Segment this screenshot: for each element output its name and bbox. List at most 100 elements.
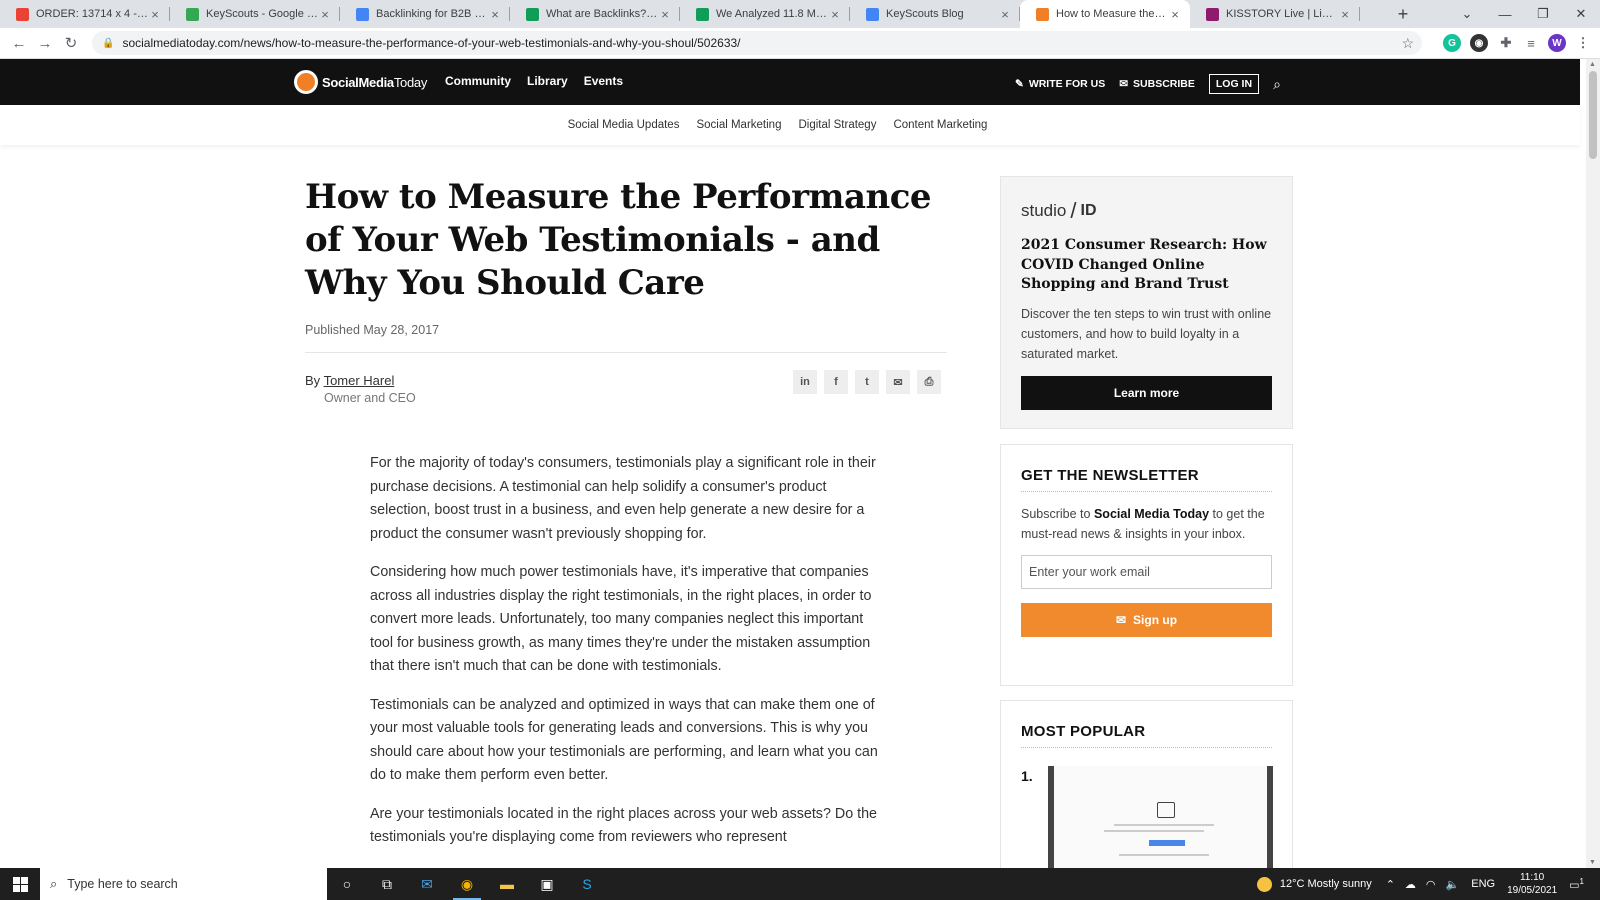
tab-search-icon[interactable]: ⌄ bbox=[1448, 6, 1486, 22]
tab-title: KeyScouts Blog bbox=[886, 8, 964, 20]
maximize-button[interactable]: ❐ bbox=[1524, 6, 1562, 22]
media-controls-icon[interactable]: ≡ bbox=[1522, 34, 1540, 52]
browser-menu-icon[interactable]: ⋮ bbox=[1574, 34, 1592, 52]
reload-button[interactable]: ↻ bbox=[58, 34, 84, 52]
tab-close-icon[interactable]: × bbox=[998, 7, 1012, 22]
write-for-us-link[interactable]: ✎ WRITE FOR US bbox=[1015, 78, 1105, 90]
subscribe-link[interactable]: ✉ SUBSCRIBE bbox=[1119, 78, 1195, 90]
login-button[interactable]: LOG IN bbox=[1208, 74, 1260, 94]
browser-tab[interactable]: KeyScouts Blog × bbox=[850, 0, 1020, 28]
subnav-digital-strategy[interactable]: Digital Strategy bbox=[798, 119, 876, 131]
thumbnail-text-line bbox=[1104, 830, 1204, 832]
subnav-social-media-updates[interactable]: Social Media Updates bbox=[568, 119, 680, 131]
envelope-icon: ✉ bbox=[1115, 613, 1127, 627]
tab-close-icon[interactable]: × bbox=[658, 7, 672, 22]
file-explorer-icon[interactable]: ▬ bbox=[487, 868, 527, 900]
nav-community[interactable]: Community bbox=[445, 74, 511, 88]
subnav-content-marketing[interactable]: Content Marketing bbox=[893, 119, 987, 131]
weather-sun-icon[interactable] bbox=[1256, 876, 1272, 892]
browser-tab[interactable]: How to Measure the Perfo× bbox=[1020, 0, 1190, 28]
skype-app-icon[interactable]: S bbox=[567, 868, 607, 900]
notification-center-icon[interactable]: ▭1 bbox=[1569, 877, 1584, 892]
site-logo[interactable]: SocialMediaToday bbox=[294, 70, 427, 94]
logo-text-bold: SocialMedia bbox=[322, 74, 394, 90]
tab-title: KISSTORY Live | Listen bbox=[1226, 8, 1338, 20]
cortana-icon[interactable]: ○ bbox=[327, 868, 367, 900]
grammarly-extension-icon[interactable]: G bbox=[1443, 34, 1461, 52]
subnav-social-marketing[interactable]: Social Marketing bbox=[696, 119, 781, 131]
tab-favicon-icon bbox=[526, 7, 539, 21]
tab-close-icon[interactable]: × bbox=[828, 7, 842, 22]
most-popular-card: MOST POPULAR 1. bbox=[1000, 700, 1293, 870]
close-window-button[interactable]: ✕ bbox=[1562, 6, 1600, 22]
new-tab-button[interactable]: + bbox=[1392, 4, 1414, 26]
tab-close-icon[interactable]: × bbox=[1168, 7, 1182, 22]
tab-close-icon[interactable]: × bbox=[148, 7, 162, 22]
tab-close-icon[interactable]: × bbox=[318, 7, 332, 22]
browser-tab[interactable]: KISSTORY Live | Listen × bbox=[1190, 0, 1360, 28]
browser-toolbar: ← → ↻ 🔒 socialmediatoday.com/news/how-to… bbox=[0, 28, 1600, 59]
author-link[interactable]: Tomer Harel bbox=[324, 373, 395, 388]
newsletter-card: GET THE NEWSLETTER Subscribe to Social M… bbox=[1000, 444, 1293, 686]
envelope-icon: ✉ bbox=[1119, 78, 1129, 90]
sign-up-label: Sign up bbox=[1133, 613, 1178, 627]
browser-tab[interactable]: KeyScouts - Google Drive× bbox=[170, 0, 340, 28]
window-controls: ⌄ — ❐ ✕ bbox=[1448, 0, 1600, 28]
page-scrollbar[interactable]: ▲ ▼ bbox=[1586, 59, 1600, 868]
weather-text[interactable]: 12°C Mostly sunny bbox=[1280, 878, 1372, 890]
twitter-share-icon[interactable]: t bbox=[855, 370, 879, 394]
tab-title: What are Backlinks? And H bbox=[546, 8, 658, 20]
nav-events[interactable]: Events bbox=[584, 74, 623, 88]
profile-avatar[interactable]: W bbox=[1548, 34, 1566, 52]
scroll-thumb[interactable] bbox=[1589, 71, 1597, 159]
email-field[interactable] bbox=[1021, 555, 1272, 589]
start-button[interactable] bbox=[0, 868, 40, 900]
browser-tab[interactable]: We Analyzed 11.8 Million G× bbox=[680, 0, 850, 28]
tab-close-icon[interactable]: × bbox=[1338, 7, 1352, 22]
studio-id-logo: studio / ID bbox=[1021, 198, 1272, 224]
tab-favicon-icon bbox=[16, 7, 29, 21]
nav-library[interactable]: Library bbox=[527, 74, 568, 88]
store-app-icon[interactable]: ▣ bbox=[527, 868, 567, 900]
volume-icon[interactable]: 🔈 bbox=[1446, 878, 1460, 891]
system-tray: 12°C Mostly sunny ⌃ ☁ ◠ 🔈 ENG 11:10 19/0… bbox=[1256, 868, 1600, 900]
popular-article-thumbnail[interactable] bbox=[1048, 766, 1273, 870]
facebook-share-icon[interactable]: f bbox=[824, 370, 848, 394]
task-view-icon[interactable]: ⧉ bbox=[367, 868, 407, 900]
tab-title: We Analyzed 11.8 Million G bbox=[716, 8, 828, 20]
linkedin-share-icon[interactable]: in bbox=[793, 370, 817, 394]
browser-tab[interactable]: Backlinking for B2B SEO: H× bbox=[340, 0, 510, 28]
language-indicator[interactable]: ENG bbox=[1471, 878, 1495, 890]
clock[interactable]: 11:10 19/05/2021 bbox=[1507, 871, 1557, 897]
windows-logo-icon bbox=[12, 876, 28, 892]
bookmark-star-icon[interactable]: ☆ bbox=[1401, 35, 1414, 52]
search-icon[interactable]: ⌕ bbox=[1273, 76, 1281, 93]
email-share-icon[interactable]: ✉ bbox=[886, 370, 910, 394]
show-hidden-icons-icon[interactable]: ⌃ bbox=[1386, 878, 1395, 891]
mail-app-icon[interactable]: ✉ bbox=[407, 868, 447, 900]
published-date: Published May 28, 2017 bbox=[305, 323, 440, 337]
browser-tab[interactable]: What are Backlinks? And H× bbox=[510, 0, 680, 28]
wifi-icon[interactable]: ◠ bbox=[1426, 878, 1436, 891]
minimize-button[interactable]: — bbox=[1486, 7, 1524, 22]
notification-count: 1 bbox=[1579, 876, 1584, 886]
sign-up-button[interactable]: ✉ Sign up bbox=[1021, 603, 1272, 637]
extensions-puzzle-icon[interactable]: ✚ bbox=[1497, 34, 1515, 52]
onedrive-icon[interactable]: ☁ bbox=[1405, 878, 1416, 891]
learn-more-button[interactable]: Learn more bbox=[1021, 375, 1272, 410]
promo-title[interactable]: 2021 Consumer Research: How COVID Change… bbox=[1021, 236, 1272, 295]
newsletter-description: Subscribe to Social Media Today to get t… bbox=[1021, 504, 1272, 544]
print-icon[interactable]: ⎙ bbox=[917, 370, 941, 394]
chrome-app-icon[interactable]: ◉ bbox=[447, 868, 487, 900]
taskbar-search[interactable]: ⌕ Type here to search bbox=[40, 868, 327, 900]
forward-button[interactable]: → bbox=[32, 35, 58, 52]
address-bar[interactable]: 🔒 socialmediatoday.com/news/how-to-measu… bbox=[92, 31, 1422, 55]
scroll-down-icon[interactable]: ▼ bbox=[1589, 859, 1596, 866]
extension-icon[interactable]: ◉ bbox=[1470, 34, 1488, 52]
scroll-up-icon[interactable]: ▲ bbox=[1589, 61, 1596, 68]
back-button[interactable]: ← bbox=[6, 35, 32, 52]
tab-favicon-icon bbox=[356, 7, 369, 21]
tab-list: ORDER: 13714 x 4 - wrnpal×KeyScouts - Go… bbox=[0, 0, 1360, 28]
tab-close-icon[interactable]: × bbox=[488, 7, 502, 22]
browser-tab[interactable]: ORDER: 13714 x 4 - wrnpal× bbox=[0, 0, 170, 28]
